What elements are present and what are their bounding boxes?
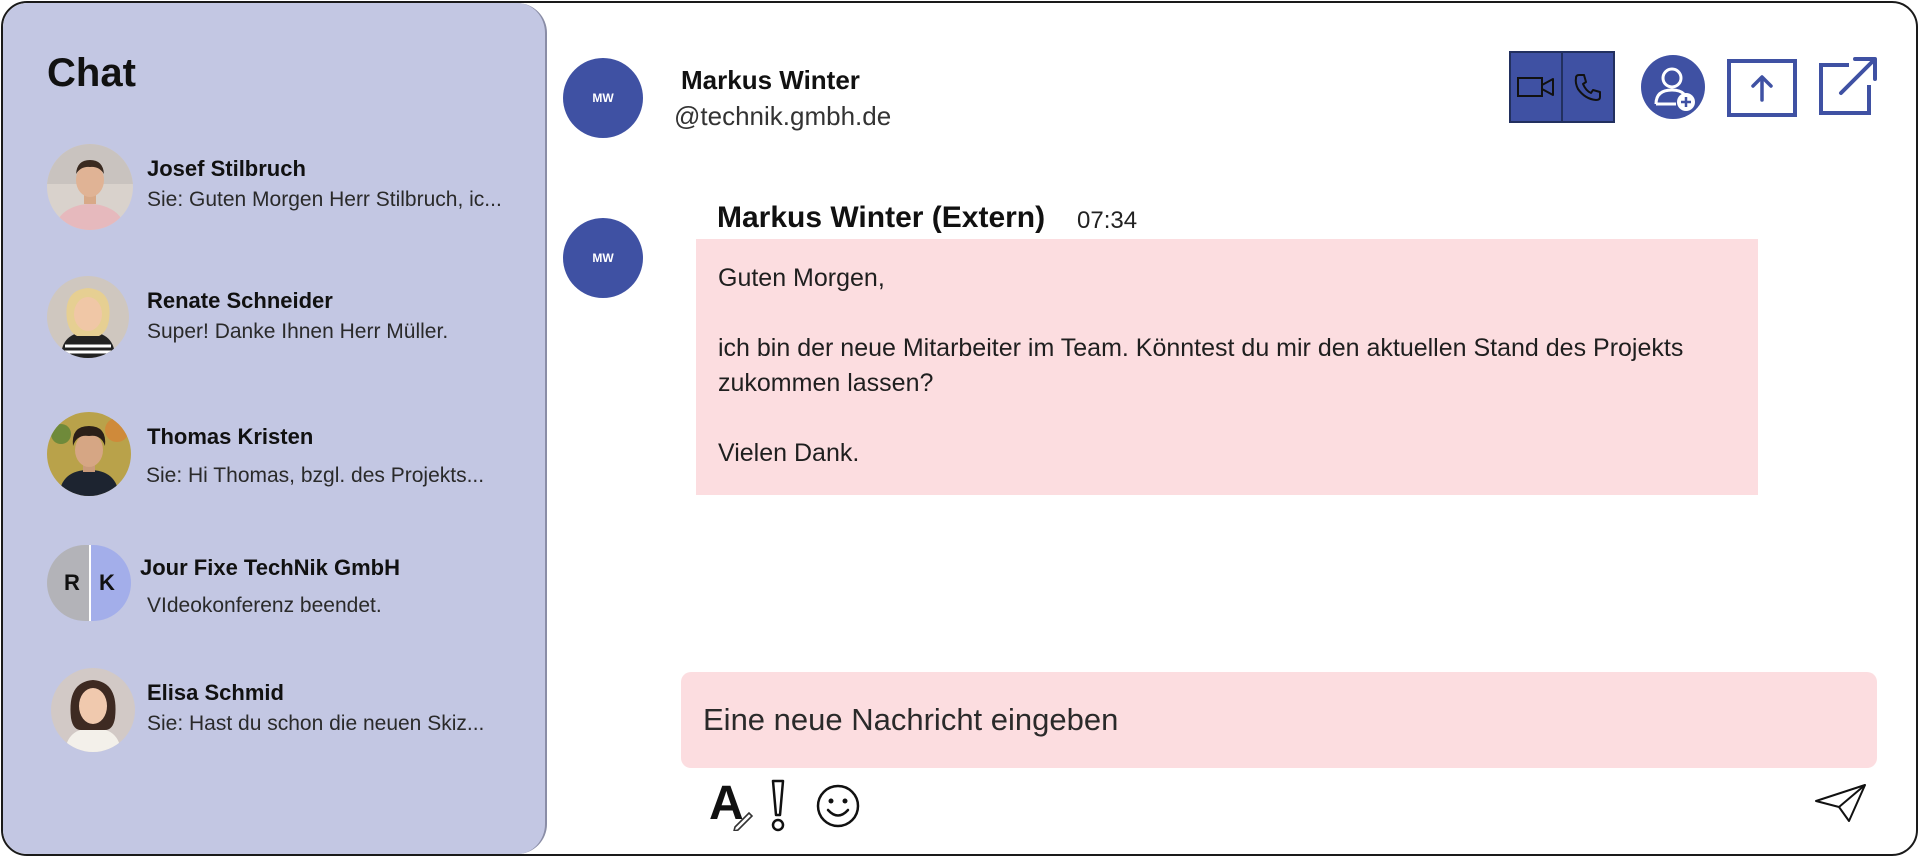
chat-item-josef-stilbruch[interactable]: Josef Stilbruch Sie: Guten Morgen Herr S… <box>47 144 527 240</box>
video-call-button[interactable] <box>1511 53 1561 121</box>
phone-icon <box>1574 74 1601 101</box>
important-icon <box>771 779 785 832</box>
message-timestamp: 07:34 <box>1077 207 1138 234</box>
chat-item-elisa-schmid[interactable]: Elisa Schmid Sie: Hast du schon die neue… <box>47 668 527 764</box>
send-button[interactable] <box>1813 781 1869 827</box>
group-avatar: R K <box>47 545 131 621</box>
avatar-elisa <box>51 668 135 752</box>
app-window: Chat Josef Stilbruch Sie: Guten Morgen H… <box>1 1 1918 856</box>
format-text-button[interactable]: A <box>707 777 755 836</box>
message-line: ich bin der neue Mitarbeiter im Team. Kö… <box>718 334 1684 397</box>
avatar-initial-r: R <box>47 545 89 621</box>
chat-preview: Super! Danke Ihnen Herr Müller. <box>147 320 449 343</box>
add-person-icon <box>1654 67 1695 111</box>
video-icon <box>1517 77 1554 97</box>
contact-handle: @technik.gmbh.de <box>674 101 892 131</box>
message-line: Vielen Dank. <box>718 439 860 467</box>
chat-sidebar: Chat Josef Stilbruch Sie: Guten Morgen H… <box>3 3 547 854</box>
chat-item-renate-schneider[interactable]: Renate Schneider Super! Danke Ihnen Herr… <box>47 276 527 372</box>
send-icon <box>1815 784 1866 822</box>
format-text-icon: A <box>709 777 754 833</box>
chat-preview: Sie: Guten Morgen Herr Stilbruch, ic... <box>147 188 502 211</box>
chat-name: Renate Schneider <box>147 288 333 313</box>
chat-preview: Sie: Hi Thomas, bzgl. des Projekts... <box>146 464 485 487</box>
emoji-button[interactable] <box>815 783 861 834</box>
share-upload-icon <box>1751 75 1773 102</box>
chat-preview: Sie: Hast du schon die neuen Skiz... <box>147 712 485 735</box>
audio-call-button[interactable] <box>1561 53 1613 121</box>
contact-name: Markus Winter <box>681 65 860 95</box>
avatar-thomas <box>47 412 131 496</box>
chat-name: Josef Stilbruch <box>147 156 306 181</box>
chat-name: Thomas Kristen <box>147 424 314 449</box>
chat-preview: VIdeokonferenz beendet. <box>147 594 382 617</box>
sidebar-title: Chat <box>47 51 136 95</box>
popout-button[interactable] <box>1815 55 1879 117</box>
important-button[interactable] <box>765 779 791 838</box>
message-sender: Markus Winter (Extern) <box>717 201 1046 234</box>
avatar-renate <box>47 276 129 358</box>
chat-name: Jour Fixe TechNik GmbH <box>140 555 400 580</box>
share-screen-button[interactable] <box>1727 59 1797 117</box>
message-line: Guten Morgen, <box>718 264 885 292</box>
contact-avatar[interactable]: MW <box>563 58 643 138</box>
call-button-group <box>1509 51 1615 123</box>
chat-item-thomas-kristen[interactable]: Thomas Kristen Sie: Hi Thomas, bzgl. des… <box>47 412 527 508</box>
chat-item-jour-fixe[interactable]: R K Jour Fixe TechNik GmbH VIdeokonferen… <box>47 545 527 641</box>
message-input[interactable] <box>681 672 1877 768</box>
chat-name: Elisa Schmid <box>147 680 284 705</box>
add-participant-button[interactable] <box>1641 55 1705 119</box>
message-bubble: Guten Morgen, ich bin der neue Mitarbeit… <box>696 239 1758 495</box>
sender-avatar: MW <box>563 218 643 298</box>
avatar-initial-k: K <box>89 545 131 621</box>
emoji-icon <box>816 784 860 828</box>
svg-text:A: A <box>709 777 744 830</box>
popout-icon <box>1819 57 1877 115</box>
avatar-josef <box>47 144 133 230</box>
